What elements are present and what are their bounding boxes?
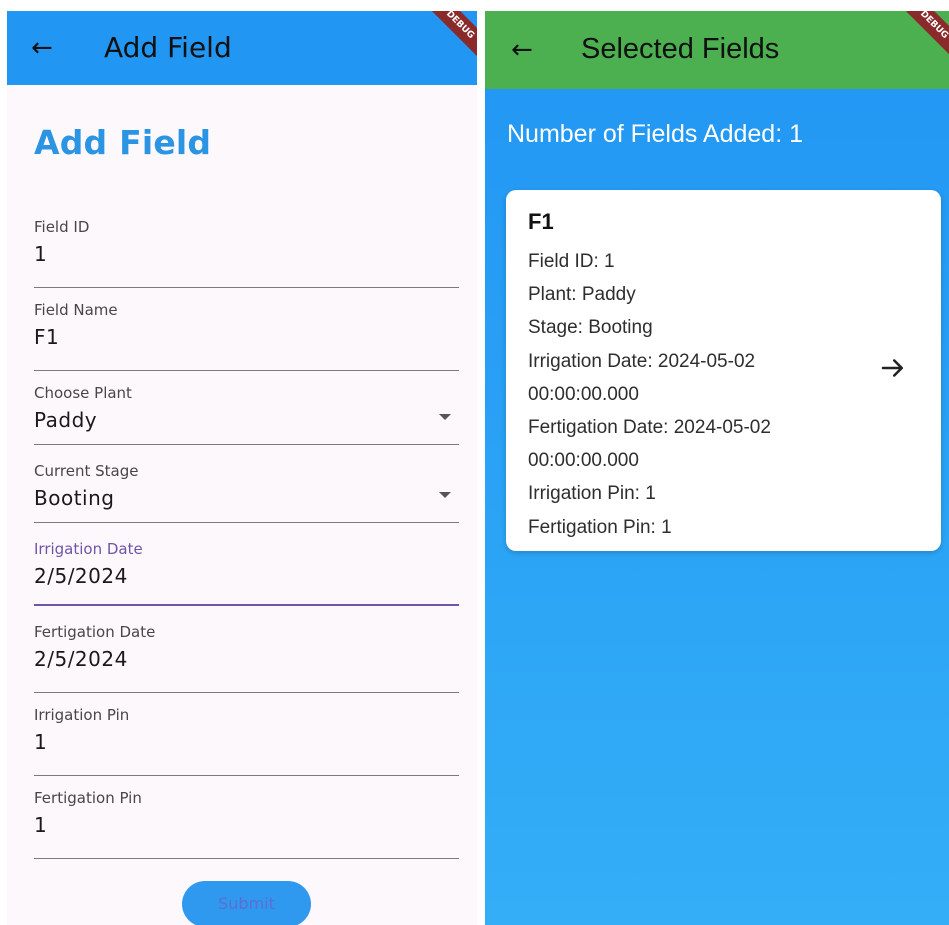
choose-plant-dropdown[interactable]: Choose Plant Paddy — [34, 384, 459, 445]
dropdown-caret-icon[interactable] — [439, 492, 451, 498]
field-name-value[interactable]: F1 — [34, 325, 59, 349]
irrigation-date-value[interactable]: 2/5/2024 — [34, 564, 128, 588]
submit-button[interactable]: Submit — [182, 881, 311, 925]
choose-plant-value[interactable]: Paddy — [34, 408, 97, 432]
card-plant: Plant: Paddy — [528, 284, 636, 306]
add-field-screen: ← Add Field DEBUG Add Field Field ID 1 F… — [7, 11, 477, 925]
app-bar-title: Add Field — [104, 31, 232, 64]
fertigation-date-value[interactable]: 2/5/2024 — [34, 647, 128, 671]
app-bar-title: Selected Fields — [581, 33, 780, 65]
irrigation-date-input[interactable]: Irrigation Date 2/5/2024 — [34, 540, 459, 606]
card-title: F1 — [528, 209, 554, 234]
field-name-input[interactable]: Field Name F1 — [34, 301, 459, 371]
card-fertigation-time: 00:00:00.000 — [528, 450, 639, 472]
field-name-label: Field Name — [34, 301, 118, 319]
field-id-input[interactable]: Field ID 1 — [34, 218, 459, 288]
card-field-id: Field ID: 1 — [528, 251, 615, 272]
fertigation-pin-input[interactable]: Fertigation Pin 1 — [34, 789, 459, 859]
fertigation-pin-value[interactable]: 1 — [34, 813, 47, 837]
current-stage-value[interactable]: Booting — [34, 486, 114, 510]
irrigation-pin-input[interactable]: Irrigation Pin 1 — [34, 706, 459, 776]
card-details: Field ID: 1 Plant: Paddy Stage: Booting … — [528, 245, 868, 544]
app-bar: ← Add Field — [7, 11, 477, 85]
card-fertigation-date: Fertigation Date: 2024-05-02 — [528, 417, 771, 439]
arrow-left-icon[interactable]: ← — [31, 33, 61, 63]
card-fertigation-pin: Fertigation Pin: 1 — [528, 516, 672, 538]
card-irrigation-time: 00:00:00.000 — [528, 383, 639, 405]
app-bar: ← Selected Fields — [485, 11, 949, 89]
current-stage-dropdown[interactable]: Current Stage Booting — [34, 462, 459, 523]
arrow-right-icon[interactable] — [878, 353, 908, 383]
field-card[interactable]: F1 Field ID: 1 Plant: Paddy Stage: Booti… — [506, 190, 941, 551]
irrigation-date-label: Irrigation Date — [34, 540, 143, 558]
irrigation-pin-value[interactable]: 1 — [34, 730, 47, 754]
field-id-label: Field ID — [34, 218, 90, 236]
card-stage: Stage: Booting — [528, 317, 653, 339]
card-irrigation-pin: Irrigation Pin: 1 — [528, 483, 656, 505]
irrigation-pin-label: Irrigation Pin — [34, 706, 130, 724]
arrow-left-icon[interactable]: ← — [511, 35, 541, 65]
form-heading: Add Field — [34, 123, 212, 162]
field-id-value[interactable]: 1 — [34, 242, 47, 266]
current-stage-label: Current Stage — [34, 462, 139, 480]
fertigation-date-label: Fertigation Date — [34, 623, 156, 641]
fertigation-date-input[interactable]: Fertigation Date 2/5/2024 — [34, 623, 459, 693]
choose-plant-label: Choose Plant — [34, 384, 132, 402]
fertigation-pin-label: Fertigation Pin — [34, 789, 142, 807]
card-irrigation-date: Irrigation Date: 2024-05-02 — [528, 350, 756, 372]
dropdown-caret-icon[interactable] — [439, 414, 451, 420]
fields-count-text: Number of Fields Added: 1 — [507, 120, 803, 148]
selected-fields-screen: ← Selected Fields DEBUG Number of Fields… — [485, 11, 949, 925]
